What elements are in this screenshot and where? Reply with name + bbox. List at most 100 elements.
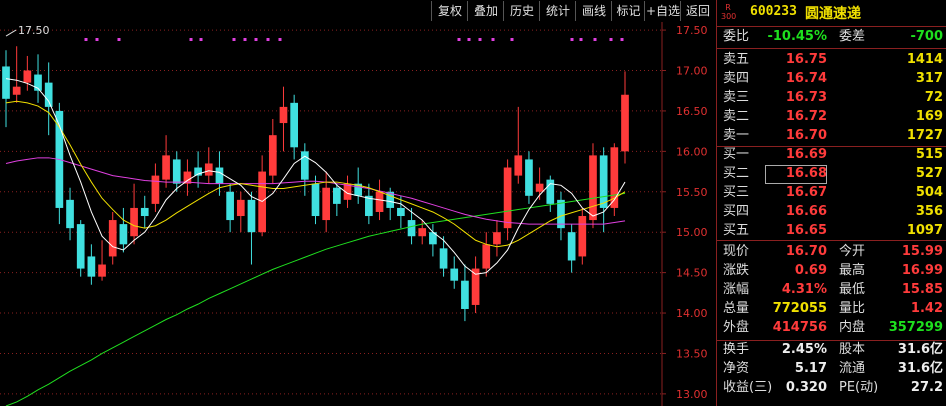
fund-label: 换手 — [723, 342, 750, 357]
candle-body — [66, 199, 74, 229]
statistics-button[interactable]: 统计 — [539, 1, 576, 21]
buy-row[interactable]: 买五 16.65 1097 — [717, 221, 946, 241]
fund-value: 0.320 — [785, 380, 827, 395]
candle-body — [2, 66, 10, 99]
sell-volume: 169 — [915, 109, 943, 124]
weicha-value: -700 — [910, 29, 943, 44]
history-button[interactable]: 历史 — [503, 1, 540, 21]
sell-volume: 317 — [915, 71, 943, 86]
buy-row[interactable]: 买二 16.68 527 — [717, 164, 946, 184]
candle-body — [98, 264, 106, 277]
candle-body — [375, 191, 384, 212]
sell-volume: 1414 — [906, 52, 943, 67]
sell-row[interactable]: 卖二 16.72 169 — [717, 107, 946, 127]
price-axis-label: 14.00 — [676, 307, 708, 320]
candle-body — [119, 224, 128, 245]
buy-price: 16.66 — [785, 204, 827, 219]
quote-label-2: 最低 — [839, 282, 866, 297]
signal-dot — [232, 38, 236, 41]
candle-body — [621, 94, 629, 152]
stock-header: R 300 600233 圆通速递 — [717, 0, 946, 27]
buy-volume: 356 — [915, 204, 943, 219]
candle-body — [108, 220, 117, 257]
quote-label: 总量 — [723, 301, 750, 316]
quote-label-2: 今开 — [839, 244, 866, 259]
buy-row[interactable]: 买四 16.66 356 — [717, 202, 946, 222]
quote-label-2: 内盘 — [839, 320, 866, 335]
signal-dot — [510, 38, 514, 41]
buy-level-label: 买二 — [723, 166, 750, 181]
fund-value: 2.45% — [781, 342, 827, 357]
sell-row[interactable]: 卖三 16.73 72 — [717, 88, 946, 108]
selected-price-box — [765, 165, 827, 184]
buy-level-label: 买五 — [723, 223, 750, 238]
candle-body — [461, 280, 469, 309]
overlay-button[interactable]: 叠加 — [467, 1, 504, 21]
quote-label-2: 量比 — [839, 301, 866, 316]
mark-button[interactable]: 标记 — [611, 1, 645, 21]
quote-value: 4.31% — [781, 282, 827, 297]
candle-body — [300, 151, 309, 180]
sell-row[interactable]: 卖五 16.75 1414 — [717, 50, 946, 70]
fund-value-2: 31.6亿 — [897, 342, 943, 357]
quote-row[interactable]: 总量 772055 量比 1.42 — [717, 299, 946, 319]
stock-name: 圆通速递 — [805, 6, 861, 22]
signal-dot — [189, 38, 193, 41]
draw-line-button[interactable]: 画线 — [575, 1, 612, 21]
signal-dot — [254, 38, 258, 41]
signal-dot — [243, 38, 247, 41]
sell-volume: 1727 — [906, 128, 943, 143]
sell-price: 16.70 — [785, 128, 827, 143]
buy-row[interactable]: 买三 16.67 504 — [717, 183, 946, 203]
candle-body — [503, 167, 512, 229]
sell-row[interactable]: 卖四 16.74 317 — [717, 69, 946, 89]
quote-value-2: 15.85 — [901, 282, 943, 297]
fund-row[interactable]: 收益(三) 0.320 PE(动) 27.2 — [717, 378, 946, 398]
quote-row[interactable]: 外盘 414756 内盘 357299 — [717, 318, 946, 338]
price-axis-label: 17.00 — [676, 65, 708, 78]
buy-row[interactable]: 买一 16.69 515 — [717, 145, 946, 165]
buy-volume: 527 — [915, 166, 943, 181]
fund-label-2: 流通 — [839, 361, 866, 376]
signal-dot — [117, 38, 121, 41]
sell-level-label: 卖二 — [723, 109, 750, 124]
back-button[interactable]: 返回 — [680, 1, 715, 21]
quote-row[interactable]: 涨跌 0.69 最高 16.99 — [717, 261, 946, 281]
candle-body — [44, 82, 53, 107]
candle-body — [215, 167, 224, 184]
candle-body — [247, 199, 256, 233]
kline-chart[interactable]: 17.50 17.00 16.50 16.00 15.50 15.00 14.50 14.00… — [0, 22, 716, 406]
kline-chart-svg[interactable]: 17.50 17.00 16.50 16.00 15.50 15.00 14.50 14.00… — [0, 22, 716, 406]
candle-body — [407, 220, 416, 237]
fund-row[interactable]: 换手 2.45% 股本 31.6亿 — [717, 340, 946, 360]
fund-value: 5.17 — [794, 361, 827, 376]
candle-body — [610, 147, 619, 208]
price-axis-label: 13.00 — [676, 388, 708, 401]
sell-level-label: 卖五 — [723, 52, 750, 67]
signal-dot — [95, 38, 99, 41]
signal-dot — [491, 38, 495, 41]
buy-price: 16.69 — [785, 147, 827, 162]
quote-row[interactable]: 涨幅 4.31% 最低 15.85 — [717, 280, 946, 300]
candle-body — [514, 155, 523, 176]
candle-body — [204, 163, 213, 176]
candle-body — [140, 207, 149, 217]
fund-row[interactable]: 净资 5.17 流通 31.6亿 — [717, 359, 946, 379]
max-marker-line — [5, 29, 17, 37]
sell-price: 16.73 — [785, 90, 827, 105]
quote-value-2: 1.42 — [910, 301, 943, 316]
candle-body — [439, 248, 448, 269]
sell-row[interactable]: 卖一 16.70 1727 — [717, 126, 946, 146]
price-axis-label: 13.50 — [676, 347, 708, 360]
buy-volume: 1097 — [906, 223, 943, 238]
quote-row[interactable]: 现价 16.70 今开 15.99 — [717, 242, 946, 262]
signal-dot — [467, 38, 471, 41]
weibi-value: -10.45% — [767, 29, 827, 44]
candle-body — [311, 183, 320, 217]
buy-price: 16.65 — [785, 223, 827, 238]
add-favorite-button[interactable]: +自选 — [644, 1, 681, 21]
fuquan-button[interactable]: 复权 — [431, 1, 468, 21]
candle-body — [151, 175, 160, 204]
candle-body — [450, 268, 459, 281]
signal-dot — [620, 38, 624, 41]
